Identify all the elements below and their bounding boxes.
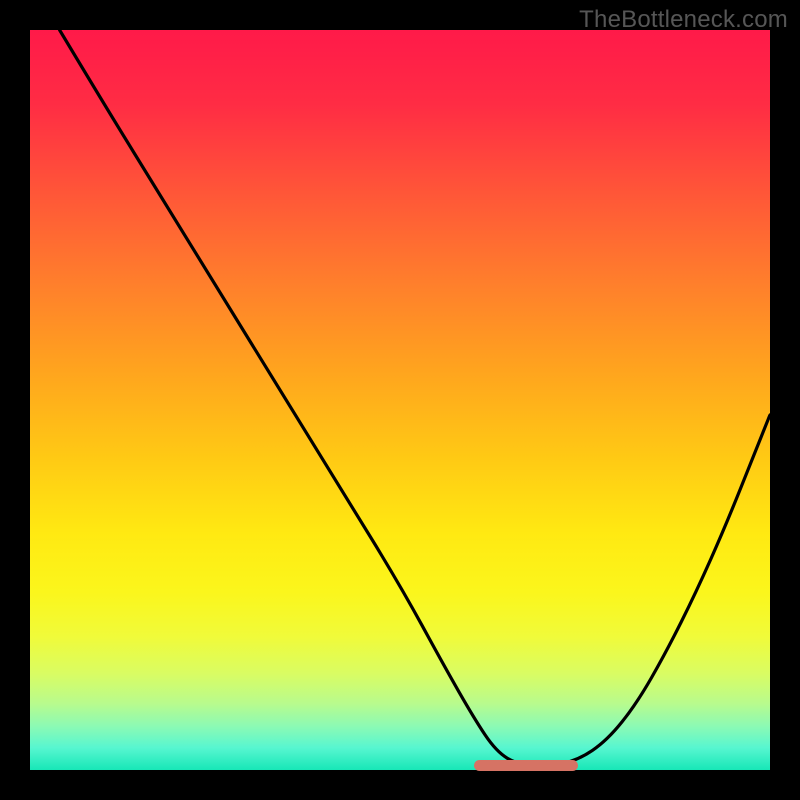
plot-area: [30, 30, 770, 770]
curve-path: [60, 30, 770, 766]
curve-layer: [30, 30, 770, 770]
optimal-range-marker: [474, 760, 578, 771]
watermark-text: TheBottleneck.com: [579, 6, 788, 34]
chart-frame: TheBottleneck.com: [0, 0, 800, 800]
